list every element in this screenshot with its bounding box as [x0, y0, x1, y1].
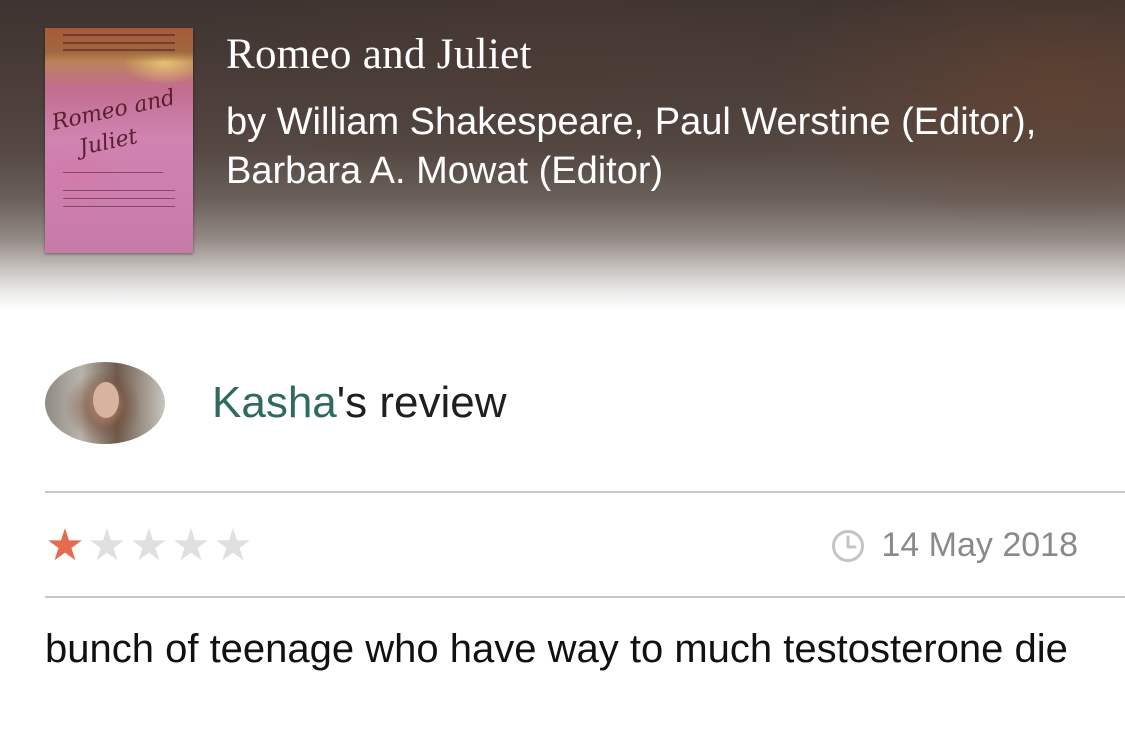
cover-text-line [63, 198, 175, 199]
reviewer-avatar[interactable] [45, 362, 165, 444]
star-empty-icon: ★ [171, 521, 211, 570]
review-body-text: bunch of teenage who have way to much te… [45, 627, 1068, 671]
divider-bottom [45, 596, 1125, 598]
cover-text-line [63, 190, 175, 191]
book-authors[interactable]: by William Shakespeare, Paul Werstine (E… [226, 98, 1046, 196]
star-empty-icon: ★ [87, 521, 127, 570]
star-rating: ★ ★ ★ ★ ★ [44, 524, 254, 568]
avatar-face [93, 382, 119, 418]
star-empty-icon: ★ [129, 521, 169, 570]
book-header: Romeo and Juliet Romeo and Juliet by Wil… [0, 0, 1125, 320]
review-date-text: 14 May 2018 [881, 526, 1078, 564]
cover-title-art: Juliet [76, 124, 140, 161]
book-cover[interactable]: Romeo and Juliet [45, 28, 193, 253]
review-date: 14 May 2018 [831, 526, 1078, 565]
cover-publisher-line [63, 49, 175, 51]
star-filled-icon: ★ [45, 521, 85, 570]
book-title[interactable]: Romeo and Juliet [226, 30, 532, 79]
cover-text-line [63, 206, 175, 207]
review-heading-suffix: 's review [336, 378, 507, 427]
divider-top [45, 491, 1125, 493]
cover-publisher-line [63, 34, 175, 36]
reviewer-name-link[interactable]: Kasha [212, 378, 337, 427]
star-empty-icon: ★ [213, 521, 253, 570]
cover-publisher-line [63, 42, 175, 44]
clock-icon [832, 529, 865, 562]
review-heading: Kasha's review [212, 378, 507, 428]
review-page: Romeo and Juliet Romeo and Juliet by Wil… [0, 0, 1125, 744]
cover-text-line [63, 172, 163, 173]
